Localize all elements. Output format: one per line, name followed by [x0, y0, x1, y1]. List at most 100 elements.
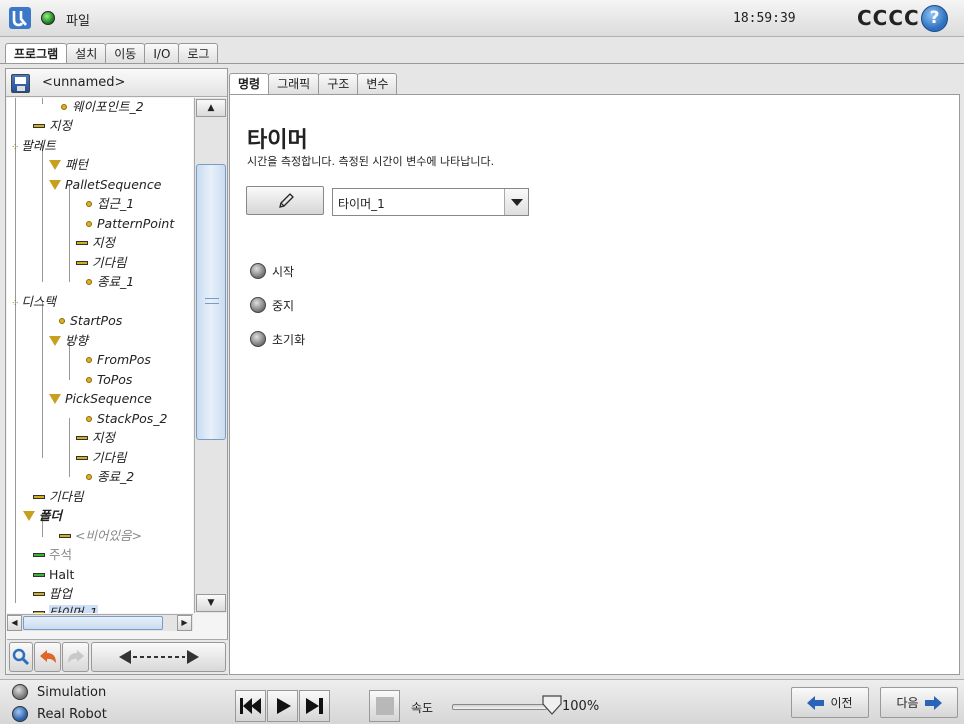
tree-node[interactable]: 종료_2: [86, 468, 134, 485]
file-menu[interactable]: 파일: [66, 10, 90, 29]
tree-node[interactable]: 방향: [49, 332, 88, 349]
expand-collapse-button[interactable]: [91, 642, 226, 672]
scroll-down-button[interactable]: ▼: [196, 594, 226, 612]
save-icon[interactable]: [11, 74, 30, 93]
program-name: <unnamed>: [42, 75, 126, 90]
edit-button[interactable]: [246, 186, 324, 215]
tree-node[interactable]: PalletSequence: [49, 176, 161, 193]
folder-icon: [49, 394, 61, 404]
tree-node[interactable]: 기다림: [76, 449, 127, 466]
waypoint-icon: [86, 474, 92, 480]
folder-icon: [49, 160, 61, 170]
tree-toolbar: [7, 639, 228, 674]
tab-installation[interactable]: 설치: [66, 43, 107, 64]
undo-button[interactable]: [34, 642, 61, 672]
speed-slider-thumb[interactable]: [541, 694, 563, 716]
play-button[interactable]: [267, 690, 298, 722]
help-button[interactable]: ?: [921, 5, 948, 32]
redo-button[interactable]: [62, 642, 89, 672]
folder-icon: [49, 180, 61, 190]
tree-node[interactable]: <비어있음>: [59, 527, 142, 544]
tree-node[interactable]: 지정: [76, 429, 115, 446]
next-button[interactable]: 다음: [880, 687, 958, 718]
tab-graphics[interactable]: 그래픽: [268, 73, 320, 95]
right-tabs: 명령 그래픽 구조 변수: [229, 73, 398, 95]
arrow-right-icon: [924, 695, 942, 710]
real-robot-radio-icon[interactable]: [12, 706, 28, 722]
step-button[interactable]: [299, 690, 330, 722]
search-icon: [12, 648, 30, 666]
tree-line: [42, 145, 43, 282]
radio-icon[interactable]: [250, 263, 266, 279]
waypoint-icon: [86, 416, 92, 422]
tree-node[interactable]: 종료_1: [86, 273, 134, 290]
scroll-thumb[interactable]: [196, 164, 226, 440]
tree-node[interactable]: ⁘ 디스택: [11, 293, 56, 310]
tree-node[interactable]: 기다림: [33, 488, 84, 505]
tab-command[interactable]: 명령: [229, 73, 270, 95]
tab-program[interactable]: 프로그램: [5, 43, 68, 64]
previous-button[interactable]: 이전: [791, 687, 869, 718]
radio-icon[interactable]: [250, 297, 266, 313]
robot-status-icon[interactable]: [41, 11, 55, 25]
skip-to-start-button[interactable]: [235, 690, 266, 722]
tree-node[interactable]: 웨이포인트_2: [61, 98, 144, 115]
chevron-down-icon[interactable]: [504, 189, 528, 215]
timer-select[interactable]: 타이머_1: [332, 188, 529, 216]
tree-node[interactable]: 접근_1: [86, 195, 134, 212]
arrow-left-icon: [807, 695, 825, 710]
radio-icon[interactable]: [250, 331, 266, 347]
waypoint-icon: [61, 104, 67, 110]
waypoint-icon: [86, 377, 92, 383]
command-icon: [33, 124, 45, 128]
simulation-mode[interactable]: Simulation: [12, 682, 106, 702]
simulation-radio-icon[interactable]: [12, 684, 28, 700]
speed-value: 100%: [562, 699, 600, 714]
tree-node[interactable]: 팝업: [33, 585, 72, 602]
tree-node[interactable]: 지정: [76, 234, 115, 251]
tree-node[interactable]: 패턴: [49, 156, 88, 173]
command-icon: [33, 592, 45, 596]
stop-button[interactable]: [369, 690, 400, 722]
command-icon: [33, 553, 45, 557]
tree-node[interactable]: ToPos: [86, 371, 132, 388]
tree-node[interactable]: 지정: [33, 117, 72, 134]
program-header: <unnamed>: [6, 69, 227, 97]
program-tree: 웨이포인트_2 지정 ⁘ 팔레트 패턴 PalletSequence 접근_1 P…: [7, 98, 193, 613]
radio-stop[interactable]: 중지: [250, 295, 294, 315]
robot-name: CCCC: [857, 6, 920, 30]
radio-start[interactable]: 시작: [250, 261, 294, 281]
tree-node[interactable]: 주석: [33, 546, 72, 563]
tab-variables[interactable]: 변수: [357, 73, 398, 95]
tree-vertical-scrollbar[interactable]: ▲ ▼: [194, 98, 227, 613]
tree-node[interactable]: PatternPoint: [86, 215, 174, 232]
tree-node[interactable]: StackPos_2: [86, 410, 168, 427]
pallet-icon: ⁘: [11, 298, 20, 309]
tree-node[interactable]: PickSequence: [49, 390, 152, 407]
tree-node[interactable]: 폴더: [23, 507, 62, 524]
tree-node[interactable]: 기다림: [76, 254, 127, 271]
horizontal-scroll-thumb[interactable]: [23, 616, 163, 630]
waypoint-icon: [86, 221, 92, 227]
tree-node[interactable]: Halt: [33, 566, 74, 583]
search-button[interactable]: [9, 642, 33, 672]
tree-node[interactable]: ⁘ 팔레트: [11, 137, 56, 154]
stop-icon: [376, 697, 394, 715]
scroll-grip: [205, 298, 219, 304]
tab-log[interactable]: 로그: [178, 43, 219, 64]
tree-node-selected[interactable]: 타이머_1: [33, 604, 98, 613]
tree-horizontal-scrollbar[interactable]: ◀ ▶: [7, 614, 193, 631]
folder-icon: [23, 511, 35, 521]
tab-io[interactable]: I/O: [144, 43, 180, 64]
scroll-up-button[interactable]: ▲: [196, 99, 226, 117]
radio-reset[interactable]: 초기화: [250, 329, 305, 349]
scroll-right-button[interactable]: ▶: [177, 615, 192, 631]
tab-structure[interactable]: 구조: [318, 73, 359, 95]
clock: 18:59:39: [733, 11, 796, 26]
tree-node[interactable]: FromPos: [86, 351, 151, 368]
tree-node[interactable]: StartPos: [59, 312, 122, 329]
scroll-left-button[interactable]: ◀: [7, 615, 22, 631]
real-robot-mode[interactable]: Real Robot: [12, 704, 107, 724]
tab-move[interactable]: 이동: [105, 43, 146, 64]
speed-slider[interactable]: [452, 704, 547, 710]
